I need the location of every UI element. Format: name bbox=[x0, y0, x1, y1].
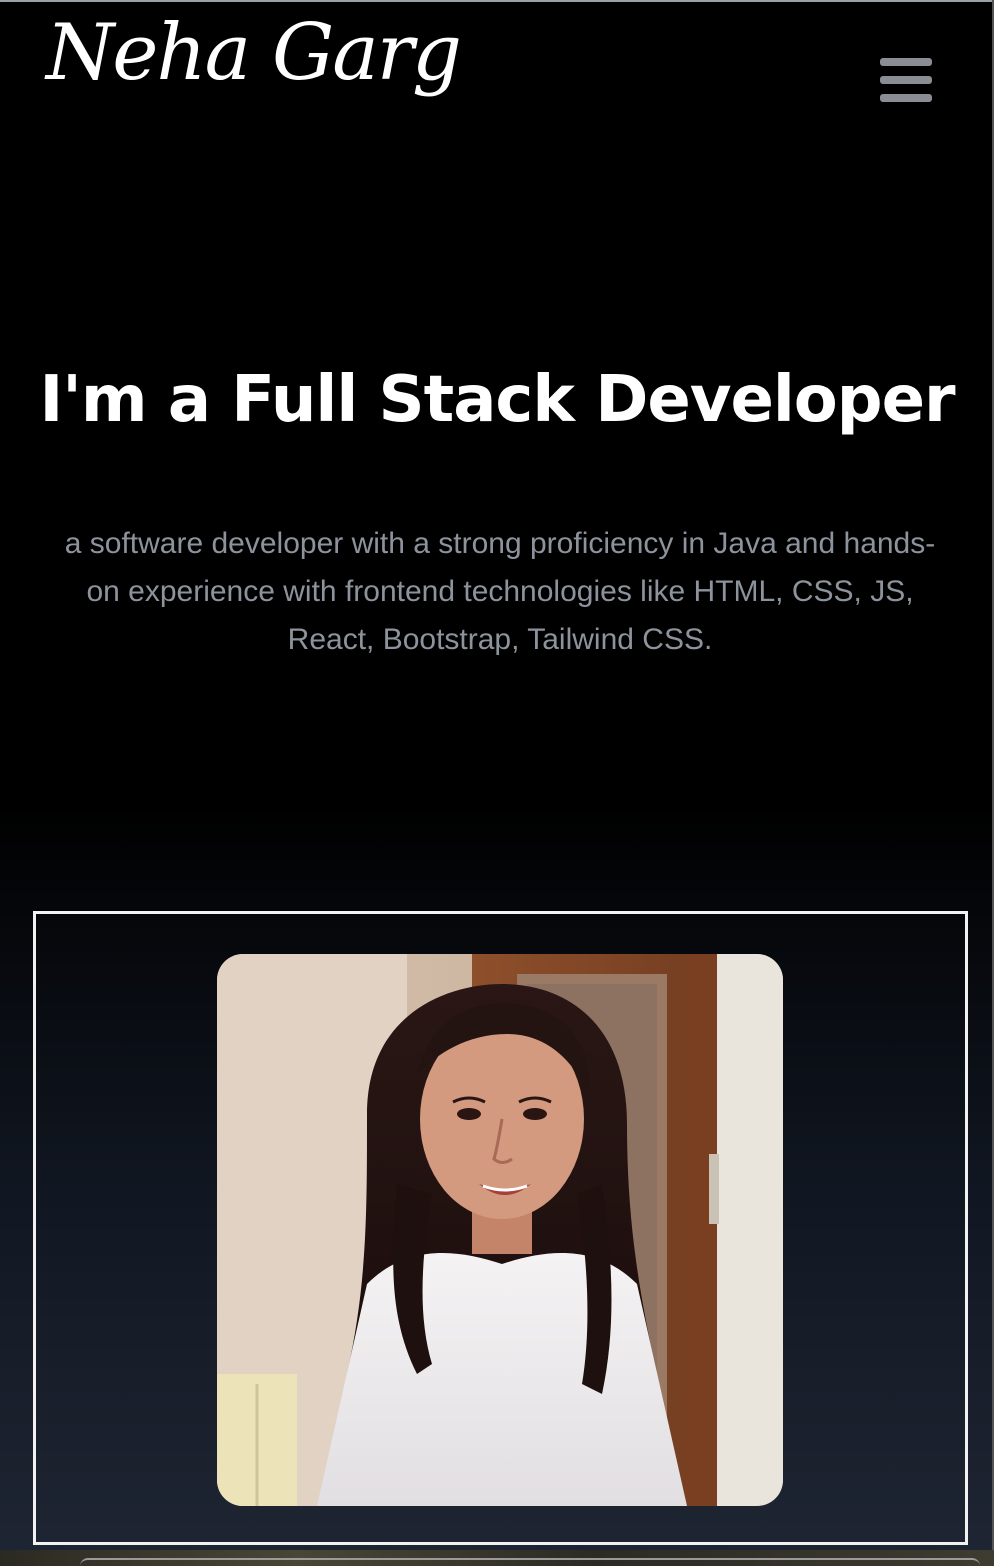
menu-bar-middle bbox=[880, 76, 932, 84]
hamburger-menu-icon[interactable] bbox=[876, 56, 934, 108]
menu-bar-bottom bbox=[880, 94, 932, 102]
hero-title: I'm a Full Stack Developer bbox=[39, 363, 955, 437]
profile-photo bbox=[217, 954, 783, 1506]
hero-description: a software developer with a strong profi… bbox=[64, 527, 936, 656]
profile-photo-illustration bbox=[217, 954, 783, 1506]
site-logo[interactable]: Neha Garg bbox=[46, 14, 462, 92]
portfolio-page: Neha Garg I'm a Full Stack Developer a s… bbox=[0, 0, 994, 1566]
next-section-edge bbox=[80, 1558, 980, 1566]
top-divider bbox=[0, 0, 994, 2]
menu-bar-top bbox=[880, 58, 932, 66]
